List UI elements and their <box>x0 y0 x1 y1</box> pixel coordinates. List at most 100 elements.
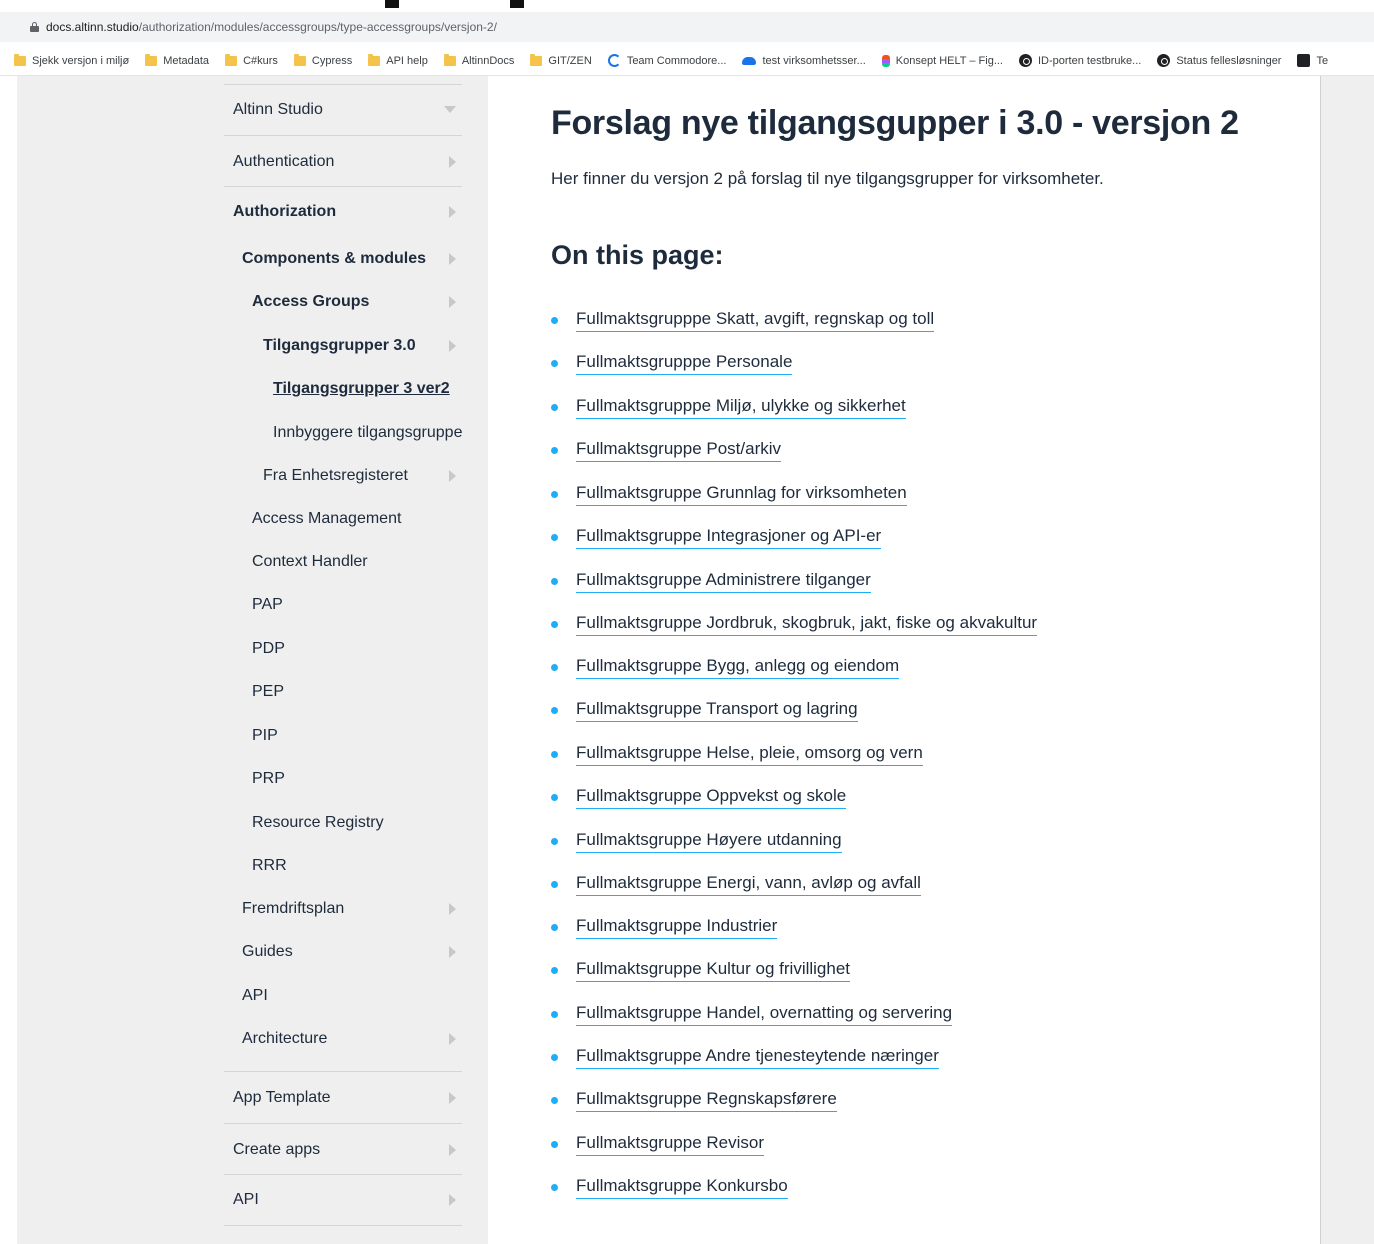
toc-item: Fullmaktsgrupppe Personale <box>551 348 793 378</box>
bookmark[interactable]: Te <box>1289 46 1336 75</box>
bookmark[interactable]: AltinnDocs <box>436 46 523 75</box>
circle-icon <box>1157 54 1171 67</box>
figma-icon <box>881 54 890 67</box>
toc-link[interactable]: Fullmaktsgruppe Post/arkiv <box>576 439 782 462</box>
toc-link[interactable]: Fullmaktsgruppe Jordbruk, skogbruk, jakt… <box>576 613 1038 636</box>
toc-link[interactable]: Fullmaktsgruppe Oppvekst og skole <box>576 786 847 809</box>
sidebar-item-label: Access Groups <box>252 293 370 310</box>
sidebar-item-access-management[interactable]: Access Management <box>224 497 462 541</box>
toc-link[interactable]: Fullmaktsgrupppe Miljø, ulykke og sikker… <box>576 396 906 419</box>
bullet-icon <box>551 663 558 671</box>
sidebar-item-fremdriftsplan[interactable]: Fremdriftsplan <box>224 887 462 931</box>
folder-icon <box>145 53 158 66</box>
sidebar-item-altinn-studio[interactable]: Altinn Studio <box>224 88 462 132</box>
sidebar-item-rrr[interactable]: RRR <box>224 844 462 888</box>
sidebar-item-pip[interactable]: PIP <box>224 714 462 758</box>
toc-link[interactable]: Fullmaktsgruppe Integrasjoner og API-er <box>576 526 882 549</box>
toc-item: Fullmaktsgruppe Integrasjoner og API-er <box>551 522 882 552</box>
bookmark[interactable]: Konsept HELT – Fig... <box>874 46 1011 75</box>
sidebar-item-api[interactable]: API <box>224 974 462 1018</box>
toc-link[interactable]: Fullmaktsgruppe Regnskapsførere <box>576 1089 837 1112</box>
bookmark[interactable]: Metadata <box>137 46 217 75</box>
address-bar[interactable]: docs.altinn.studio/authorization/modules… <box>0 12 1374 42</box>
toc-link[interactable]: Fullmaktsgruppe Bygg, anlegg og eiendom <box>576 656 900 679</box>
toc-link[interactable]: Fullmaktsgruppe Grunnlag for virksomhete… <box>576 483 907 506</box>
sidebar-item-resource-registry[interactable]: Resource Registry <box>224 801 462 845</box>
chevron-right-icon <box>449 470 456 482</box>
bookmark[interactable]: test virksomhetsser... <box>734 46 873 75</box>
toc-link[interactable]: Fullmaktsgruppe Energi, vann, avløp og a… <box>576 873 921 896</box>
toc-link[interactable]: Fullmaktsgruppe Andre tjenesteytende nær… <box>576 1046 939 1069</box>
sidebar-item-guides[interactable]: Guides <box>224 930 462 974</box>
sidebar-item-label: PRP <box>252 770 285 787</box>
sidebar-item-label: PDP <box>252 640 285 657</box>
toc-link[interactable]: Fullmaktsgruppe Transport og lagring <box>576 699 858 722</box>
toc-link[interactable]: Fullmaktsgrupppe Personale <box>576 352 793 375</box>
sidebar-item-tilgangsgrupper-3-ver2[interactable]: Tilgangsgrupper 3 ver2 <box>224 367 462 411</box>
bookmark[interactable]: GIT/ZEN <box>522 46 599 75</box>
cropped-glyph <box>510 0 524 8</box>
sidebar-item-context-handler[interactable]: Context Handler <box>224 540 462 584</box>
toc-link[interactable]: Fullmaktsgruppe Konkursbo <box>576 1176 788 1199</box>
bookmark[interactable]: Cypress <box>286 46 360 75</box>
bookmark[interactable]: Status fellesløsninger <box>1149 46 1289 75</box>
toc-link[interactable]: Fullmaktsgruppe Industrier <box>576 916 778 939</box>
bullet-icon <box>551 923 558 931</box>
toc-item: Fullmaktsgruppe Oppvekst og skole <box>551 782 847 812</box>
nav-divider <box>224 1123 462 1124</box>
sidebar-item-prp[interactable]: PRP <box>224 757 462 801</box>
sidebar-item-label: Resource Registry <box>252 814 384 831</box>
sidebar-item-app-template[interactable]: App Template <box>224 1076 462 1120</box>
bookmark-label: Sjekk versjon i miljø <box>32 54 130 67</box>
right-gutter <box>1320 76 1374 1244</box>
sidebar-item-innbyggere-tilgangsgrupper[interactable]: Innbyggere tilgangsgrupper <box>224 411 462 455</box>
toc-link[interactable]: Fullmaktsgruppe Handel, overnatting og s… <box>576 1003 953 1026</box>
toc-link[interactable]: Fullmaktsgruppe Revisor <box>576 1133 765 1156</box>
toc-link[interactable]: Fullmaktsgrupppe Skatt, avgift, regnskap… <box>576 309 935 332</box>
chevron-right-icon <box>449 903 456 915</box>
bullet-icon <box>551 316 558 324</box>
sidebar-item-pep[interactable]: PEP <box>224 670 462 714</box>
sidebar-item-architecture[interactable]: Architecture <box>224 1017 462 1061</box>
sidebar-item-fra-enhetsregisteret[interactable]: Fra Enhetsregisteret <box>224 454 462 498</box>
sidebar-item-label: Context Handler <box>252 553 368 570</box>
sidebar-item-create-apps[interactable]: Create apps <box>224 1128 462 1172</box>
toc-item: Fullmaktsgruppe Industrier <box>551 912 778 942</box>
toc-link[interactable]: Fullmaktsgruppe Administrere tilganger <box>576 570 871 593</box>
toc-item: Fullmaktsgrupppe Skatt, avgift, regnskap… <box>551 305 935 335</box>
bookmark[interactable]: ID-porten testbruke... <box>1011 46 1149 75</box>
sidebar-item-access-groups[interactable]: Access Groups <box>224 280 462 324</box>
sidebar-item-pdp[interactable]: PDP <box>224 627 462 671</box>
sidebar-item-tilgangsgrupper-3[interactable]: Tilgangsgrupper 3.0 <box>224 324 462 368</box>
nav-divider <box>224 1071 462 1072</box>
chevron-right-icon <box>449 156 456 168</box>
page-intro: Her finner du versjon 2 på forslag til n… <box>551 169 1104 188</box>
sidebar-item-api-root[interactable]: API <box>224 1178 462 1222</box>
toc-link[interactable]: Fullmaktsgruppe Helse, pleie, omsorg og … <box>576 743 923 766</box>
toc-item: Fullmaktsgruppe Revisor <box>551 1129 765 1159</box>
bullet-icon <box>551 1096 558 1104</box>
toc-link[interactable]: Fullmaktsgruppe Kultur og frivillighet <box>576 959 851 982</box>
toc-item: Fullmaktsgruppe Konkursbo <box>551 1172 788 1202</box>
bookmark[interactable]: Team Commodore... <box>600 46 735 75</box>
toc-item: Fullmaktsgruppe Post/arkiv <box>551 435 782 465</box>
bookmark[interactable]: API help <box>360 46 436 75</box>
sidebar-item-pap[interactable]: PAP <box>224 583 462 627</box>
bullet-icon <box>551 1053 558 1061</box>
toc-link[interactable]: Fullmaktsgruppe Høyere utdanning <box>576 830 842 853</box>
sidebar-item-label: RRR <box>252 857 287 874</box>
bullet-icon <box>551 490 558 498</box>
sidebar-item-label: Fremdriftsplan <box>242 900 345 917</box>
sidebar-item-authentication[interactable]: Authentication <box>224 140 462 184</box>
folder-icon <box>368 53 381 66</box>
sidebar-item-authorization[interactable]: Authorization <box>224 190 462 234</box>
toc-item: Fullmaktsgruppe Jordbruk, skogbruk, jakt… <box>551 609 1038 639</box>
sidebar-item-label: Fra Enhetsregisteret <box>263 467 408 484</box>
sidebar-item-label: Architecture <box>242 1030 328 1047</box>
bookmark-label: ID-porten testbruke... <box>1037 54 1142 67</box>
folder-icon <box>225 53 238 66</box>
bullet-icon <box>551 1010 558 1018</box>
sidebar-item-components-modules[interactable]: Components & modules <box>224 237 462 281</box>
bookmark[interactable]: Sjekk versjon i miljø <box>6 46 137 75</box>
bookmark[interactable]: C#kurs <box>217 46 286 75</box>
